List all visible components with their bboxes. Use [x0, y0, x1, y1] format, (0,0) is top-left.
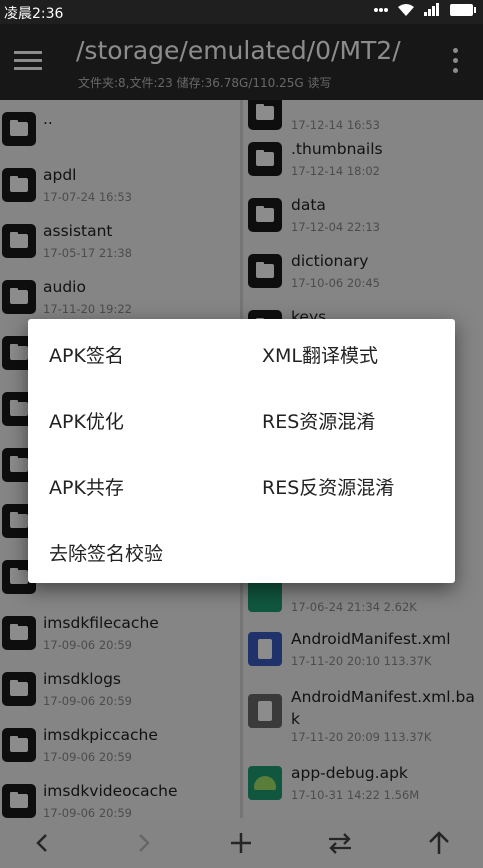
option-apk-sign[interactable]: APK签名	[49, 341, 124, 368]
option-res-deobfuscate[interactable]: RES反资源混淆	[262, 473, 394, 500]
option-remove-signature-check[interactable]: 去除签名校验	[49, 539, 163, 566]
battery-icon	[450, 4, 476, 16]
status-icons	[373, 3, 477, 17]
dots-icon	[374, 8, 388, 12]
option-xml-translate-mode[interactable]: XML翻译模式	[262, 341, 378, 368]
apk-tools-dialog: APK签名 XML翻译模式 APK优化 RES资源混淆 APK共存 RES反资源…	[28, 319, 455, 583]
option-res-obfuscate[interactable]: RES资源混淆	[262, 407, 375, 434]
status-time: 凌晨2:36	[4, 6, 64, 22]
status-bar: 凌晨2:36	[0, 0, 483, 24]
signal-icon	[424, 3, 439, 16]
option-apk-coexist[interactable]: APK共存	[49, 473, 124, 500]
option-apk-optimize[interactable]: APK优化	[49, 407, 124, 434]
wifi-icon	[398, 4, 414, 16]
